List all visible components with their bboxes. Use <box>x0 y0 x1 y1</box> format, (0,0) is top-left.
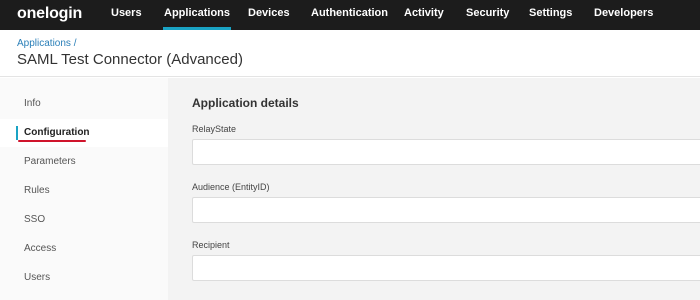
nav-item-applications[interactable]: Applications <box>162 7 232 30</box>
audience-input[interactable] <box>192 197 700 223</box>
breadcrumb-applications[interactable]: Applications / <box>17 38 76 49</box>
nav-item-settings[interactable]: Settings <box>529 7 572 19</box>
main-content: Application details RelayState Audience … <box>168 78 700 300</box>
section-title: Application details <box>192 96 299 110</box>
sidebar-item-label: Info <box>24 98 41 109</box>
sidebar-item-rules[interactable]: Rules <box>0 177 168 205</box>
sidebar-item-label: Users <box>24 272 51 283</box>
sidebar-item-label: Rules <box>24 185 50 196</box>
sidebar-item-label: Configuration <box>24 127 90 138</box>
active-indicator <box>16 126 18 140</box>
nav-item-security[interactable]: Security <box>466 7 509 19</box>
sidebar-item-configuration[interactable]: Configuration <box>0 119 168 147</box>
sidebar: Info Configuration Parameters Rules SSO … <box>0 78 168 300</box>
sidebar-item-info[interactable]: Info <box>0 90 168 118</box>
recipient-label: Recipient <box>192 240 230 250</box>
sidebar-item-users[interactable]: Users <box>0 264 168 292</box>
top-nav-bar: onelogin Users Applications Devices Auth… <box>0 0 700 30</box>
nav-item-users[interactable]: Users <box>111 7 142 19</box>
audience-label: Audience (EntityID) <box>192 182 270 192</box>
sidebar-item-label: Parameters <box>24 156 76 167</box>
nav-item-devices[interactable]: Devices <box>248 7 290 19</box>
nav-item-activity[interactable]: Activity <box>404 7 444 19</box>
sidebar-item-access[interactable]: Access <box>0 235 168 263</box>
sidebar-item-parameters[interactable]: Parameters <box>0 148 168 176</box>
nav-item-developers[interactable]: Developers <box>594 7 653 19</box>
sidebar-item-label: SSO <box>24 214 46 225</box>
page-header: Applications / SAML Test Connector (Adva… <box>0 30 700 77</box>
recipient-input[interactable] <box>192 255 700 281</box>
nav-item-authentication[interactable]: Authentication <box>311 7 388 19</box>
page-title: SAML Test Connector (Advanced) <box>17 51 243 68</box>
onelogin-logo[interactable]: onelogin <box>17 5 82 23</box>
annotation-underline <box>18 140 86 142</box>
sidebar-item-sso[interactable]: SSO <box>0 206 168 234</box>
relaystate-input[interactable] <box>192 139 700 165</box>
sidebar-item-label: Access <box>24 243 57 254</box>
relaystate-label: RelayState <box>192 124 237 134</box>
